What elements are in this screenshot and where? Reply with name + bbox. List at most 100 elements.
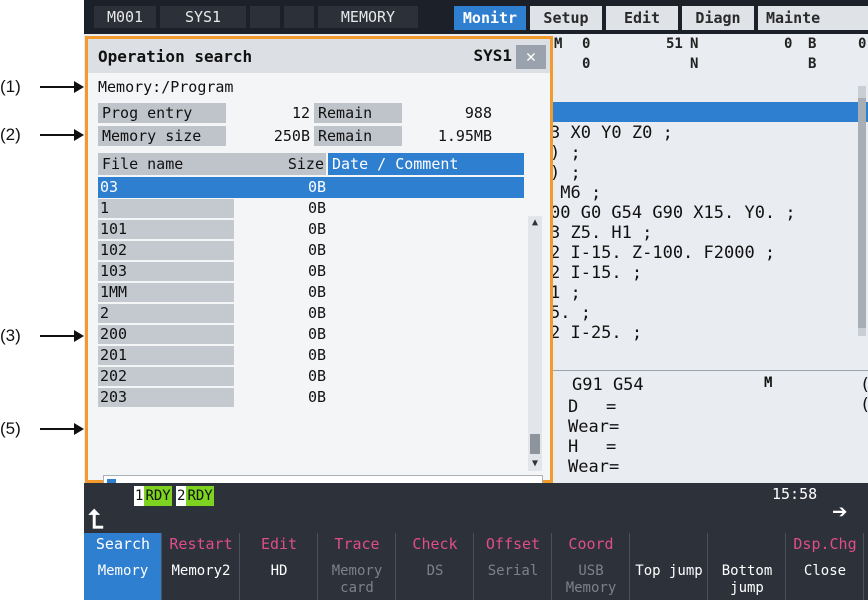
- file-row[interactable]: 102 0B: [98, 240, 524, 261]
- fkey-top-label: Coord: [568, 535, 614, 553]
- status-51-value: 51: [666, 36, 683, 52]
- device-path: Memory:/Program: [98, 78, 234, 96]
- file-name-cell: 1: [98, 199, 234, 218]
- memory-size-label: Memory size: [98, 126, 226, 146]
- menu-next-arrow-icon[interactable]: ➔: [832, 497, 848, 527]
- fkey-3[interactable]: Edit HD: [240, 533, 318, 600]
- file-row[interactable]: 1 0B: [98, 198, 524, 219]
- fkey-bottom-label: Bottom jump: [721, 563, 773, 596]
- file-row[interactable]: 03 0B: [98, 177, 524, 198]
- prog-entry-label: Prog entry: [98, 103, 226, 123]
- fkey-1[interactable]: Search Memory: [84, 533, 162, 600]
- file-size-cell: 0B: [307, 283, 326, 301]
- tab-monitor[interactable]: Monitr: [454, 6, 526, 30]
- close-icon[interactable]: ✕: [516, 45, 546, 69]
- scroll-down-icon[interactable]: ▼: [529, 457, 541, 471]
- program-line: 00 G0 G54 G90 X15. Y0. ;: [550, 203, 796, 223]
- fkey-2[interactable]: Restart Memory2: [162, 533, 240, 600]
- fkey-top-label: Dsp.Chg: [793, 535, 857, 553]
- memory-remain-label: Remain: [314, 126, 402, 146]
- top-status-bar: M001 SYS1 MEMORY Monitr Setup Edit Diagn…: [84, 0, 868, 34]
- status-n2-label: N: [690, 56, 699, 72]
- status-n-value: 0: [784, 36, 793, 52]
- file-name-cell: 103: [98, 262, 234, 281]
- divider: [546, 370, 868, 371]
- nc-screen: M001 SYS1 MEMORY Monitr Setup Edit Diagn…: [84, 0, 868, 600]
- program-line: 2 I-25. ;: [550, 323, 643, 343]
- status-o2-value: 0: [582, 56, 591, 72]
- fkey-bottom-label: Memory card: [331, 563, 383, 596]
- d-label: D: [568, 397, 579, 417]
- tab-edit[interactable]: Edit: [606, 6, 678, 30]
- dialog-body: Memory:/Program Prog entry 12 Remain 988…: [88, 73, 550, 499]
- system-name: SYS1: [160, 6, 246, 28]
- file-row[interactable]: 101 0B: [98, 219, 524, 240]
- fkey-7[interactable]: Coord USB Memory: [552, 533, 630, 600]
- program-line: ) ;: [550, 163, 581, 183]
- fkey-10[interactable]: Dsp.Chg Close: [786, 533, 864, 600]
- fkey-4[interactable]: Trace Memory card: [318, 533, 396, 600]
- file-size-cell: 0B: [307, 178, 326, 196]
- column-header-date-comment[interactable]: Date / Comment: [328, 153, 524, 175]
- fkey-5[interactable]: Check DS: [396, 533, 474, 600]
- menu-up-arrow-icon[interactable]: ⮤: [88, 505, 103, 536]
- modal-codes: G91 G54: [572, 375, 644, 395]
- memory-size-value: 250B: [273, 127, 310, 145]
- file-name-cell: 203: [98, 388, 234, 407]
- operation-search-dialog: Operation search SYS1 ✕ Memory:/Program …: [85, 36, 553, 499]
- program-line: 5. ;: [550, 303, 591, 323]
- file-name-cell: 201: [98, 346, 234, 365]
- file-row[interactable]: 203 0B: [98, 387, 524, 408]
- file-row[interactable]: 1MM 0B: [98, 282, 524, 303]
- h-label: H: [568, 437, 579, 457]
- tab-diagn[interactable]: Diagn: [682, 6, 754, 30]
- file-size-cell: 0B: [307, 262, 326, 280]
- column-header-size[interactable]: Size: [230, 153, 326, 175]
- file-list-scrollbar[interactable]: ▲ ▼: [528, 216, 542, 471]
- h-equals: =: [606, 437, 617, 457]
- tab-mainte[interactable]: Mainte: [758, 6, 868, 30]
- annotation-2: (2): [0, 125, 84, 145]
- fkey-6[interactable]: Offset Serial: [474, 533, 552, 600]
- scrollbar-thumb[interactable]: [530, 434, 540, 454]
- fkey-8[interactable]: Top jump: [630, 533, 708, 600]
- d-equals: =: [606, 397, 617, 417]
- status-b-value: 0: [858, 36, 867, 52]
- d-wear: Wear=: [568, 417, 620, 437]
- file-size-cell: 0B: [307, 241, 326, 259]
- file-name-cell: 202: [98, 367, 234, 386]
- program-current-line: [546, 102, 868, 122]
- fkey-bottom-label: Serial: [487, 563, 539, 579]
- fkey-top-label: Restart: [169, 535, 233, 553]
- fkey-bottom-label: DS: [426, 563, 444, 579]
- program-scrollbar-thumb[interactable]: [858, 98, 866, 328]
- ready-status-1: 1 RDY: [134, 486, 172, 506]
- clock: 15:58: [772, 485, 818, 503]
- annotation-3: (3): [0, 326, 84, 346]
- scroll-up-icon[interactable]: ▲: [529, 216, 541, 230]
- file-row[interactable]: 202 0B: [98, 366, 524, 387]
- status-m-label: M: [554, 36, 563, 52]
- file-row[interactable]: 201 0B: [98, 345, 524, 366]
- bottom-menu-bar: 1 RDY 2 RDY 15:58 ⮤ ➔ Search Memory Restart M…: [84, 483, 868, 600]
- file-size-cell: 0B: [307, 199, 326, 217]
- fkey-top-label: Check: [412, 535, 458, 553]
- file-row[interactable]: 103 0B: [98, 261, 524, 282]
- rdy-2-label: RDY: [186, 486, 214, 506]
- fkey-bottom-label: Close: [803, 563, 847, 579]
- file-name-cell: 102: [98, 241, 234, 260]
- file-row[interactable]: 2 0B: [98, 303, 524, 324]
- program-line: 3 X0 Y0 Z0 ;: [550, 123, 673, 143]
- program-line: 1 ;: [550, 283, 581, 303]
- dialog-system-label: SYS1: [473, 46, 512, 65]
- program-line: 3 Z5. H1 ;: [550, 223, 653, 243]
- file-name-cell: 2: [98, 304, 234, 323]
- fkey-top-label: Edit: [260, 535, 298, 553]
- tab-setup[interactable]: Setup: [530, 6, 602, 30]
- rdy-1-number: 1: [134, 486, 145, 506]
- modal-m-label: M: [764, 375, 773, 391]
- column-header-file-name[interactable]: File name: [98, 153, 230, 175]
- fkey-bottom-label: USB Memory: [565, 563, 617, 596]
- fkey-9[interactable]: Bottom jump: [708, 533, 786, 600]
- file-row[interactable]: 200 0B: [98, 324, 524, 345]
